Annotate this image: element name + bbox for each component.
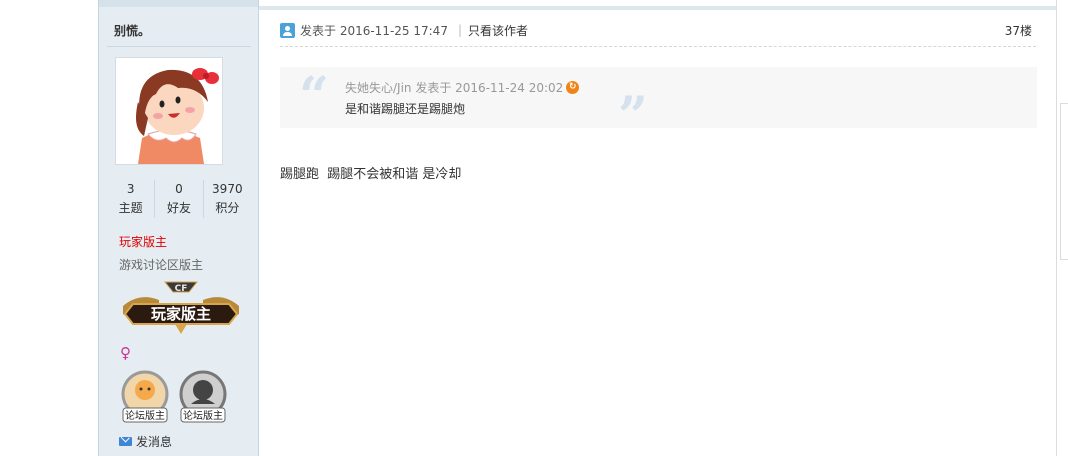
stat-topics-value: 3 [126,182,135,196]
quote-block: “ 失她失心/Jin 发表于 2016-11-24 20:02 ↻ 是和谐踢腿还… [280,66,1037,147]
moderator-badge-graphic: 论坛版主 [121,370,169,423]
mail-icon [119,436,132,446]
female-icon: ♀ [120,344,131,362]
moderator-badge-dark-graphic: 论坛版主 [179,370,227,423]
post-right-border [1056,0,1057,456]
sidebar-divider [107,46,251,47]
send-message-label: 发消息 [136,434,173,449]
quote-text: 是和谐踢腿还是踢腿炮 [345,102,466,116]
moderator-medal-icon[interactable]: CF 玩家版主 [119,280,243,338]
post-header: 发表于 2016-11-25 17:47 | 只看该作者 37楼 [280,21,1032,39]
post-content: 踢腿跑 踢腿不会被和谐 是冷却 [280,167,462,182]
quote-open-icon: “ [299,66,329,127]
jump-to-post-icon[interactable]: ↻ [566,81,580,94]
header-separator: | [457,23,462,37]
stat-topics[interactable]: 3 主题 [107,180,154,218]
side-panel-edge [1060,103,1068,260]
stat-topics-label: 主题 [118,201,143,215]
stat-friends[interactable]: 0 好友 [154,180,202,218]
badge-label: 论坛版主 [125,409,165,422]
moderator-medal-graphic: CF 玩家版主 [123,281,239,334]
post-date: 发表于 2016-11-25 17:47 [300,23,448,38]
sidebar-top-border [99,0,258,7]
author-only-link[interactable]: 只看该作者 [468,22,528,39]
badge-label: 论坛版主 [183,409,223,422]
avatar-image [116,58,222,164]
author-role-secondary: 游戏讨论区版主 [119,258,204,272]
stat-points[interactable]: 3970 积分 [202,180,251,218]
moderator-badge-dark-icon[interactable]: 论坛版主 [177,370,229,424]
author-online-icon [280,22,295,38]
avatar[interactable] [115,57,223,165]
quote-close-icon: ” [618,86,648,147]
stat-friends-value: 0 [175,182,183,196]
page-left-margin [0,0,98,456]
stat-friends-label: 好友 [166,201,191,215]
author-stats: 3 主题 0 好友 3970 积分 [107,180,251,218]
moderator-badge-icon[interactable]: 论坛版主 [119,370,171,424]
author-role-primary[interactable]: 玩家版主 [119,233,167,250]
medal-text: 玩家版主 [151,305,211,323]
stat-points-value: 3970 [212,182,243,196]
floor-number[interactable]: 37楼 [1005,22,1032,39]
quote-author-date: 失她失心/Jin 发表于 2016-11-24 20:02 [345,81,564,95]
post-top-border [259,6,1057,10]
medal-logo-text: CF [175,284,188,294]
header-divider [280,46,1036,47]
author-username[interactable]: 别慌。 [114,22,150,39]
quote-meta: 失她失心/Jin 发表于 2016-11-24 20:02 ↻ [345,79,580,96]
stat-points-label: 积分 [215,201,240,215]
author-sidebar: 别慌。 3 主题 0 好友 3970 积分 玩家版主 游戏讨论区版主 CF 玩家… [98,0,259,456]
send-message-link[interactable]: 发消息 [119,433,172,449]
